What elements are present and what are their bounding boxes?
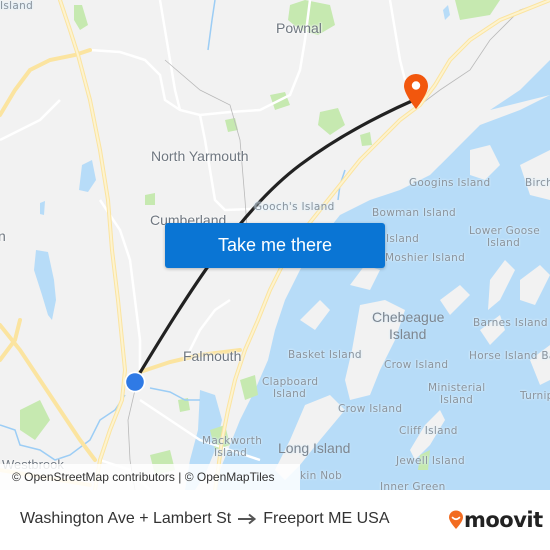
map-attribution: © OpenStreetMap contributors | © OpenMap… <box>0 464 300 490</box>
island-label-inner-green: Inner Green <box>380 481 446 490</box>
island-label-bowman: Bowman Island <box>372 207 457 219</box>
town-label-north-yarmouth: North Yarmouth <box>151 148 249 164</box>
island-label-goochs: Gooch's Island <box>254 201 335 213</box>
destination-label: Freeport ME USA <box>263 510 390 527</box>
island-label-birch: Birch <box>525 177 550 189</box>
route-summary: Washington Ave + Lambert St Freeport ME … <box>20 510 390 528</box>
town-label-falmouth: Falmouth <box>183 348 242 364</box>
take-me-there-button[interactable]: Take me there <box>165 223 385 268</box>
island-label-basket: Basket Island <box>288 349 362 361</box>
island-label-long: Long Island <box>278 440 351 456</box>
island-label-mackworth-2: Island <box>214 447 248 459</box>
island-label-nob: kin Nob <box>300 470 343 482</box>
moovit-pin-icon <box>449 510 463 529</box>
moovit-logo: moovit <box>448 508 543 532</box>
island-label-partial: Island <box>386 233 420 245</box>
island-label-ministerial-1: Ministerial <box>428 382 486 394</box>
island-label-mackworth-1: Mackworth <box>202 435 263 447</box>
island-label-lower-goose-1: Lower Goose <box>469 225 541 237</box>
island-label-barnes: Barnes Island <box>473 317 548 329</box>
island-label-turnip: Turnip <box>520 390 550 402</box>
map-view[interactable]: Pownal North Yarmouth Cumberland Falmout… <box>0 0 550 490</box>
island-label-crow-2: Crow Island <box>338 403 403 415</box>
island-label-chebeague-2: Island <box>389 326 427 342</box>
island-label: Island <box>0 0 34 12</box>
origin-marker-icon[interactable] <box>124 371 146 393</box>
island-label-crow-1: Crow Island <box>384 359 449 371</box>
island-label-cliff: Cliff Island <box>399 425 458 437</box>
island-label-horse: Horse Island Ba <box>469 350 550 362</box>
island-label-moshier: Moshier Island <box>385 252 466 264</box>
town-label-left-edge: n <box>0 228 6 244</box>
destination-pin-icon[interactable] <box>401 72 431 110</box>
moovit-wordmark: moovit <box>464 508 543 532</box>
origin-label: Washington Ave + Lambert St <box>20 510 232 527</box>
island-label-clapboard-1: Clapboard <box>262 376 319 388</box>
island-label-lower-goose-2: Island <box>487 237 521 249</box>
arrow-right-icon <box>237 513 257 525</box>
island-label-jewell: Jewell Island <box>396 455 465 467</box>
island-label-googins: Googins Island <box>409 177 491 189</box>
island-label-ministerial-2: Island <box>440 394 474 406</box>
island-label-clapboard-2: Island <box>273 388 307 400</box>
island-label-chebeague-1: Chebeague <box>372 309 445 325</box>
town-label-pownal: Pownal <box>276 20 322 36</box>
